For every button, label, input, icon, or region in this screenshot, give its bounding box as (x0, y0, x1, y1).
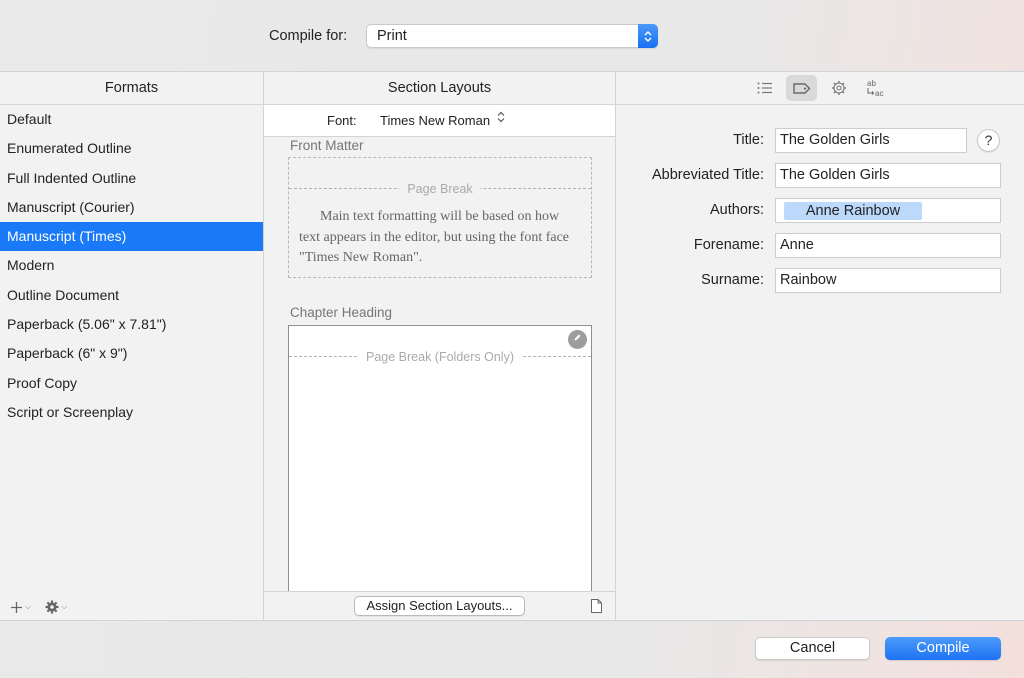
chapter-heading-label: Chapter Heading (290, 305, 393, 320)
chevron-down-icon: ⌵ (61, 602, 68, 611)
authors-row: Authors: Anne Rainbow (616, 198, 1024, 224)
format-item[interactable]: Outline Document (0, 281, 263, 310)
format-item-label: Manuscript (Courier) (7, 198, 135, 215)
front-matter-text: Main text formatting will be based on ho… (299, 209, 570, 265)
format-item[interactable]: Full Indented Outline (0, 164, 263, 193)
format-item-label: Default (7, 111, 52, 127)
surname-row: Surname: Rainbow (616, 268, 1024, 294)
gear-icon (831, 81, 846, 95)
authors-label: Authors: (710, 202, 764, 218)
author-token[interactable]: Anne Rainbow (784, 202, 922, 220)
format-settings-button[interactable]: ⌵ (45, 600, 67, 614)
font-label: Font: (327, 113, 357, 128)
metadata-toolbar: ab ac (616, 72, 1024, 105)
compile-for-select[interactable]: Print (366, 24, 658, 48)
formats-header: Formats (0, 72, 263, 105)
font-select[interactable]: Times New Roman (380, 113, 490, 128)
format-item[interactable]: Modern (0, 251, 263, 280)
page-break-line: Page Break (289, 182, 591, 196)
svg-text:ac: ac (875, 89, 883, 97)
format-item[interactable]: Enumerated Outline (0, 134, 263, 163)
title-input[interactable]: The Golden Girls (775, 128, 967, 153)
format-item-label: Outline Document (7, 286, 120, 303)
formats-list: Default Enumerated Outline Full Indented… (0, 105, 263, 427)
forename-row: Forename: Anne (616, 233, 1024, 259)
abbreviated-title-row: Abbreviated Title: The Golden Girls (616, 163, 1024, 189)
gear-icon (45, 600, 59, 614)
replacements-tab[interactable]: ab ac (860, 75, 891, 101)
options-tab[interactable] (823, 75, 854, 101)
svg-text:ab: ab (867, 79, 876, 88)
format-item[interactable]: Manuscript (Times) (0, 222, 263, 252)
front-matter-label: Front Matter (290, 138, 364, 153)
front-matter-preview[interactable]: Page Break Main text formatting will be … (288, 157, 592, 278)
format-item[interactable]: Default (0, 105, 263, 134)
assign-section-layouts-button[interactable]: Assign Section Layouts... (354, 596, 525, 616)
format-item[interactable]: Paperback (6" x 9") (0, 339, 263, 368)
format-item[interactable]: Proof Copy (0, 369, 263, 398)
forename-label: Forename: (693, 237, 764, 253)
format-item-label: Enumerated Outline (7, 140, 132, 157)
font-row: Font: Times New Roman (264, 105, 615, 137)
format-item-label: Paperback (6" x 9") (7, 345, 128, 362)
tag-icon (792, 82, 810, 94)
title-label: Title: (733, 132, 764, 148)
help-button[interactable]: ? (977, 129, 1000, 152)
compile-for-label: Compile for: (269, 28, 348, 44)
format-item-label: Modern (7, 257, 55, 274)
abbreviated-title-input[interactable]: The Golden Girls (775, 163, 1001, 188)
surname-input[interactable]: Rainbow (775, 268, 1001, 293)
format-item-label: Manuscript (Times) (7, 228, 127, 245)
updown-chevron-icon[interactable] (497, 111, 505, 126)
format-item[interactable]: Paperback (5.06" x 7.81") (0, 310, 263, 339)
formats-footer: ⌵ ⌵ (10, 600, 67, 614)
metadata-tab[interactable] (786, 75, 817, 101)
authors-token-field[interactable]: Anne Rainbow (775, 198, 1001, 223)
compile-panel: Formats Default Enumerated Outline Full … (0, 71, 1024, 621)
select-stepper-icon (638, 24, 658, 48)
section-layouts-header: Section Layouts (264, 72, 615, 105)
section-layouts-column: Section Layouts Font: Times New Roman Fr… (264, 72, 616, 620)
surname-label: Surname: (701, 272, 764, 288)
format-item-label: Paperback (5.06" x 7.81") (7, 316, 167, 333)
page-break-folders-label: Page Break (Folders Only) (358, 350, 522, 364)
format-item-label: Script or Screenplay (7, 403, 134, 420)
abbreviated-title-label: Abbreviated Title: (651, 167, 764, 183)
list-icon (757, 82, 772, 94)
format-item[interactable]: Manuscript (Courier) (0, 193, 263, 222)
compile-for-bar: Compile for: Print (0, 0, 1024, 72)
forename-input[interactable]: Anne (775, 233, 1001, 258)
metadata-column: ab ac Title: The Golden Girls ? Abbreviat… (616, 72, 1024, 620)
format-item-label: Full Indented Outline (7, 169, 137, 186)
cancel-button[interactable]: Cancel (755, 637, 870, 660)
page-break-label: Page Break (399, 182, 481, 196)
chapter-heading-preview[interactable]: Page Break (Folders Only) (288, 325, 592, 592)
page-break-line: Page Break (Folders Only) (289, 350, 591, 364)
compile-button[interactable]: Compile (885, 637, 1001, 660)
format-item-label: Proof Copy (7, 374, 78, 391)
formats-column: Formats Default Enumerated Outline Full … (0, 72, 264, 620)
contents-tab[interactable] (749, 75, 780, 101)
title-row: Title: The Golden Girls ? (616, 128, 1024, 154)
add-format-button[interactable]: ⌵ (10, 601, 31, 614)
document-icon[interactable] (591, 599, 602, 613)
edit-pencil-icon[interactable] (568, 330, 587, 349)
layouts-footer: Assign Section Layouts... (264, 591, 615, 620)
layouts-preview: Front Matter Page Break Main text format… (264, 138, 615, 592)
replace-text-icon: abac (867, 79, 883, 97)
format-item[interactable]: Script or Screenplay (0, 398, 263, 427)
chevron-down-icon: ⌵ (25, 602, 32, 611)
plus-icon (11, 601, 22, 613)
compile-for-value: Print (377, 28, 407, 44)
